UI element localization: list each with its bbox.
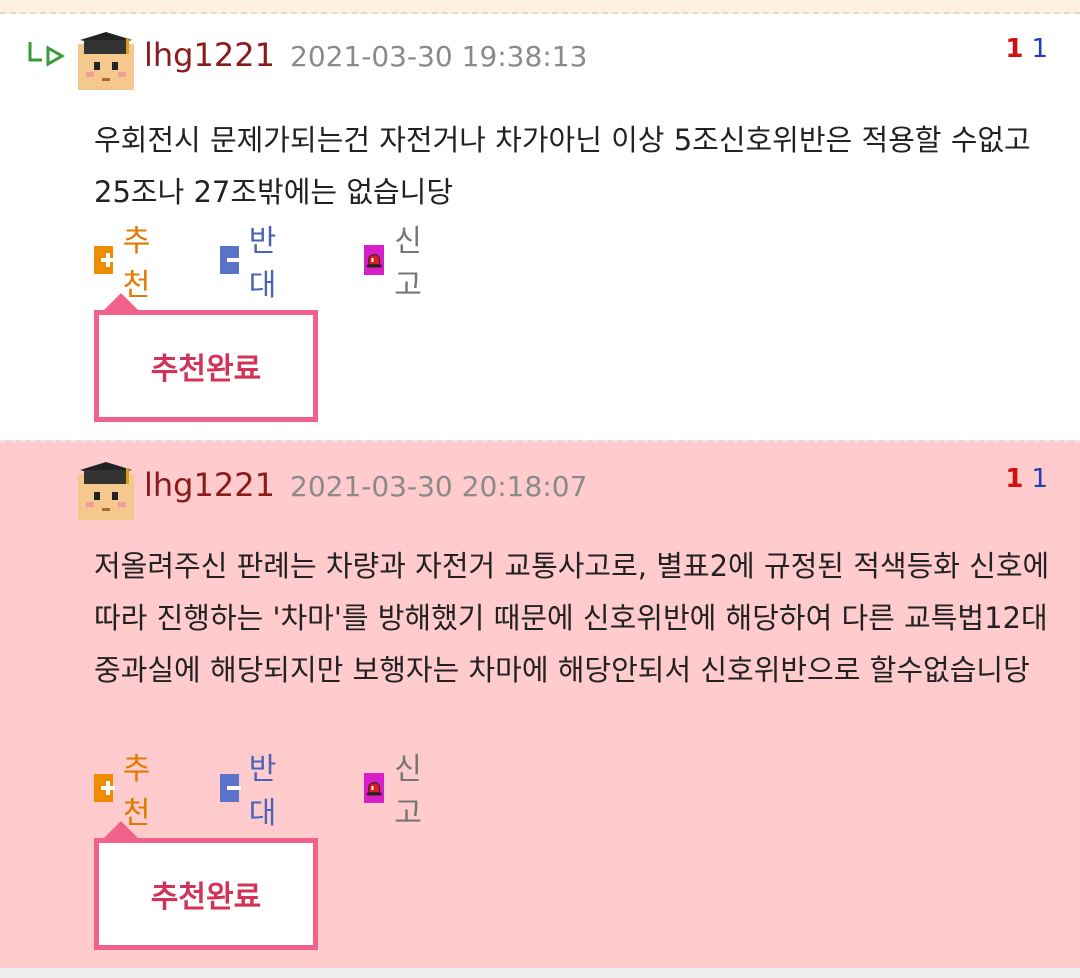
vote-up-count: 1 (1005, 464, 1024, 494)
oppose-button[interactable]: 반대 (220, 224, 286, 303)
avatar[interactable] (78, 460, 134, 520)
plus-icon (94, 246, 115, 274)
recommend-button[interactable]: 추천 (94, 224, 160, 303)
recommend-done-tooltip: 추천완료 (94, 293, 318, 422)
avatar[interactable] (78, 30, 134, 90)
report-label: 신고 (394, 224, 422, 303)
comment-body: 우회전시 문제가되는건 자전거나 차가아닌 이상 5조신호위반은 적용할 수없고… (94, 123, 1031, 209)
vote-up-count: 1 (1005, 34, 1024, 64)
vote-down-count: 1 (1031, 34, 1048, 64)
tooltip-text: 추천완료 (150, 880, 262, 915)
bottom-divider (0, 968, 1080, 978)
oppose-label: 반대 (248, 752, 277, 831)
siren-icon (364, 773, 385, 803)
top-divider (0, 0, 1080, 14)
plus-icon (94, 774, 115, 802)
username[interactable]: lhg1221 (144, 466, 275, 504)
vote-counts: 11 (1005, 34, 1048, 64)
recommend-done-tooltip: 추천완료 (94, 821, 318, 950)
vote-counts: 11 (1005, 464, 1048, 494)
minus-icon (220, 246, 241, 274)
comment-item: lhg1221 2021-03-30 19:38:13 11 우회전시 문제가되… (0, 16, 1080, 440)
report-button[interactable]: 신고 (364, 752, 432, 831)
reply-arrow-icon (28, 42, 66, 67)
minus-icon (220, 774, 241, 802)
recommend-label: 추천 (122, 224, 151, 303)
recommend-button[interactable]: 추천 (94, 752, 160, 831)
oppose-button[interactable]: 반대 (220, 752, 286, 831)
comment-body: 저올려주신 판례는 차량과 자전거 교통사고로, 별표2에 규정된 적색등화 신… (94, 549, 1050, 687)
timestamp: 2021-03-30 20:18:07 (290, 470, 588, 503)
vote-down-count: 1 (1031, 464, 1048, 494)
tooltip-arrow (99, 821, 143, 843)
siren-icon (364, 245, 385, 275)
tooltip-text: 추천완료 (150, 352, 262, 387)
recommend-label: 추천 (122, 752, 151, 831)
comment-item-highlighted: lhg1221 2021-03-30 20:18:07 11 저올려주신 판례는… (0, 440, 1080, 968)
tooltip-arrow (99, 293, 143, 315)
report-button[interactable]: 신고 (364, 224, 432, 303)
report-label: 신고 (394, 752, 422, 831)
timestamp: 2021-03-30 19:38:13 (290, 40, 588, 73)
username[interactable]: lhg1221 (144, 36, 275, 74)
oppose-label: 반대 (248, 224, 277, 303)
